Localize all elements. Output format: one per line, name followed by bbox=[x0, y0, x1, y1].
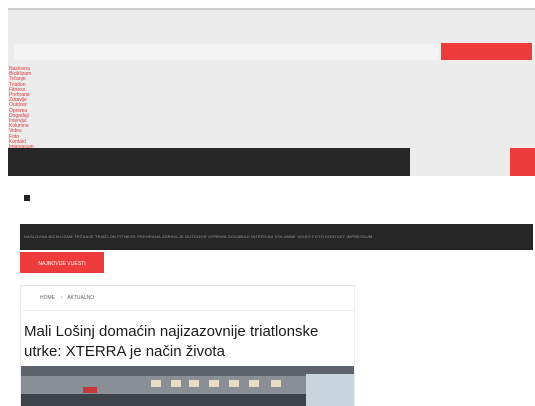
breadcrumb-home[interactable]: HOME bbox=[40, 295, 55, 301]
photo-light bbox=[271, 380, 281, 387]
bullet-icon bbox=[24, 195, 30, 201]
menu-toggle-button[interactable] bbox=[510, 148, 535, 176]
navigation-bar-gap bbox=[410, 148, 510, 176]
navigation-bar bbox=[8, 148, 410, 176]
photo-wall bbox=[21, 394, 306, 406]
news-ticker: NASLOVNA BICIKLIZAM TRČANJE TRIATLON FIT… bbox=[20, 224, 533, 250]
breadcrumb-current[interactable]: AKTUALNO bbox=[67, 295, 94, 301]
photo-light bbox=[171, 380, 181, 387]
photo-light bbox=[151, 380, 161, 387]
card-divider bbox=[21, 310, 354, 311]
breadcrumb-separator: › bbox=[60, 295, 63, 301]
breadcrumb: HOME › AKTUALNO bbox=[40, 295, 98, 301]
article-card: HOME › AKTUALNO Mali Lošinj domaćin naji… bbox=[20, 285, 355, 406]
header-band bbox=[8, 8, 535, 148]
article-title: Mali Lošinj domaćin najizazovnije triatl… bbox=[24, 323, 319, 360]
photo-light bbox=[209, 380, 219, 387]
page: Naslovna Biciklizam Trčanje Triatlon Fit… bbox=[0, 0, 535, 406]
photo-light bbox=[189, 380, 199, 387]
photo-ceiling bbox=[21, 366, 354, 376]
photo-light bbox=[229, 380, 239, 387]
photo-red-sign bbox=[83, 387, 97, 393]
main-menu: Naslovna Biciklizam Trčanje Triatlon Fit… bbox=[9, 66, 34, 150]
search-button[interactable] bbox=[441, 43, 532, 60]
section-label-text: Najnovije vijesti bbox=[38, 261, 86, 267]
search-input[interactable] bbox=[14, 44, 439, 60]
article-photo[interactable] bbox=[21, 366, 354, 406]
photo-window bbox=[306, 374, 354, 406]
section-label[interactable]: Najnovije vijesti bbox=[20, 252, 104, 273]
photo-light bbox=[249, 380, 259, 387]
ticker-text[interactable]: NASLOVNA BICIKLIZAM TRČANJE TRIATLON FIT… bbox=[24, 234, 373, 239]
